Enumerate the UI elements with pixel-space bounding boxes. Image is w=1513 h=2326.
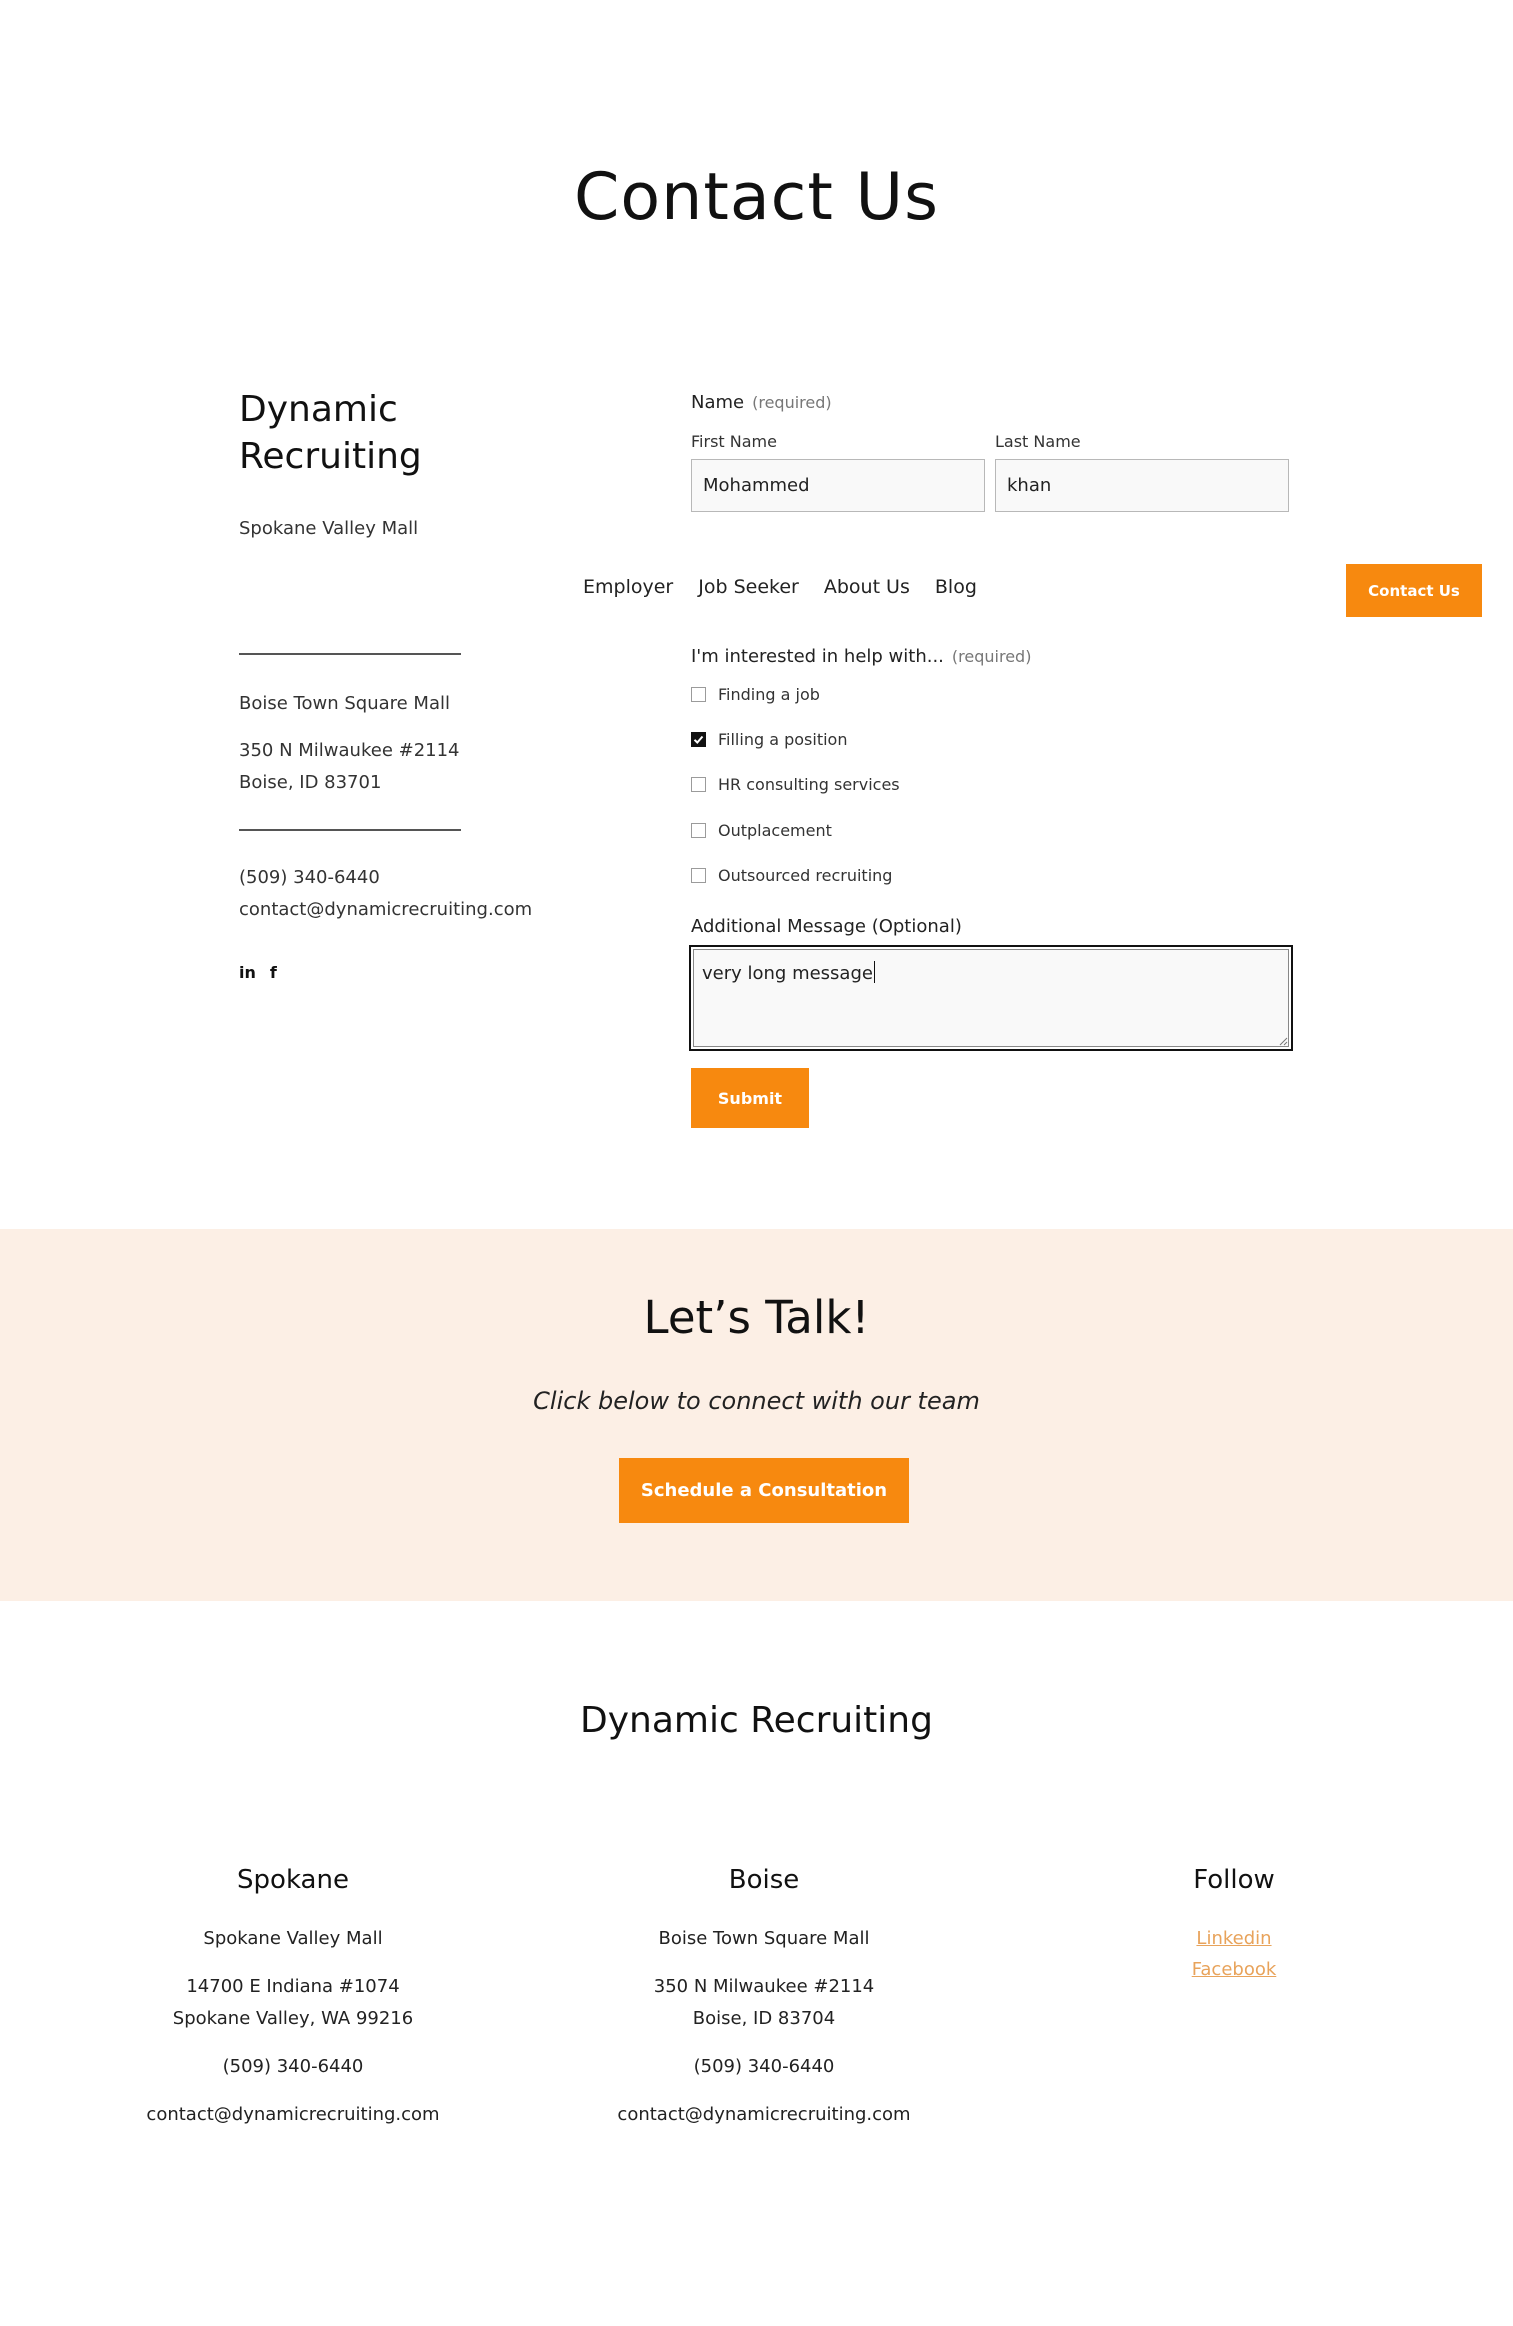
message-label: Additional Message (Optional) bbox=[691, 916, 962, 937]
option-label: Filling a position bbox=[718, 730, 848, 749]
interest-label-text: I'm interested in help with... bbox=[691, 646, 944, 667]
last-name-field[interactable]: khan bbox=[995, 459, 1289, 512]
name-label-text: Name bbox=[691, 392, 745, 413]
message-textarea[interactable]: very long message bbox=[689, 945, 1293, 1051]
option-label: HR consulting services bbox=[718, 775, 900, 794]
schedule-consultation-button[interactable]: Schedule a Consultation bbox=[619, 1458, 909, 1523]
linkedin-icon[interactable]: in bbox=[239, 963, 256, 982]
lets-talk-section: Let’s Talk! Click below to connect with … bbox=[0, 1229, 1513, 1601]
nav-item-employer[interactable]: Employer bbox=[583, 576, 673, 598]
address-line2: Boise, ID 83701 bbox=[239, 772, 382, 793]
option-hr-consulting[interactable]: HR consulting services bbox=[691, 775, 900, 794]
checkbox[interactable] bbox=[691, 687, 706, 702]
facebook-icon[interactable]: f bbox=[270, 963, 277, 982]
checkbox[interactable] bbox=[691, 777, 706, 792]
option-outplacement[interactable]: Outplacement bbox=[691, 821, 832, 840]
footer-email: contact@dynamicrecruiting.com bbox=[146, 2104, 440, 2125]
message-value: very long message bbox=[702, 963, 873, 984]
required-tag: (required) bbox=[951, 647, 1032, 666]
footer-link-facebook[interactable]: Facebook bbox=[1024, 1954, 1444, 1985]
footer-title: Dynamic Recruiting bbox=[580, 1700, 933, 1741]
footer-address-line1: 350 N Milwaukee #2114 bbox=[653, 1976, 875, 1997]
check-icon bbox=[693, 735, 704, 744]
footer-location: Spokane Valley Mall bbox=[203, 1928, 383, 1949]
location-boise: Boise Town Square Mall bbox=[239, 693, 450, 714]
address-line1: 350 N Milwaukee #2114 bbox=[239, 740, 460, 761]
footer-col-follow: Follow Linkedin Facebook bbox=[1024, 1865, 1444, 1985]
name-label: Name (required) bbox=[691, 392, 832, 413]
resize-grip-icon[interactable] bbox=[1278, 1036, 1288, 1046]
interest-label: I'm interested in help with... (required) bbox=[691, 646, 1031, 667]
talk-title: Let’s Talk! bbox=[643, 1291, 870, 1344]
footer-col-spokane: Spokane Spokane Valley Mall 14700 E Indi… bbox=[83, 1865, 503, 2131]
talk-subtitle: Click below to connect with our team bbox=[533, 1387, 980, 1415]
text-caret bbox=[873, 961, 876, 983]
divider bbox=[239, 829, 461, 831]
footer-address-line1: 14700 E Indiana #1074 bbox=[186, 1976, 400, 1997]
footer-email: contact@dynamicrecruiting.com bbox=[617, 2104, 911, 2125]
required-tag: (required) bbox=[752, 393, 832, 412]
first-name-label: First Name bbox=[691, 432, 777, 451]
nav-item-about-us[interactable]: About Us bbox=[824, 576, 910, 598]
location-spokane: Spokane Valley Mall bbox=[239, 518, 419, 539]
option-label: Outplacement bbox=[718, 821, 832, 840]
option-filling-position[interactable]: Filling a position bbox=[691, 730, 847, 749]
footer-link-linkedin[interactable]: Linkedin bbox=[1024, 1923, 1444, 1954]
social-links: in f bbox=[239, 963, 277, 982]
footer-heading-boise: Boise bbox=[728, 1865, 800, 1895]
footer-location: Boise Town Square Mall bbox=[658, 1928, 870, 1949]
footer-heading-follow: Follow bbox=[1193, 1865, 1275, 1895]
contact-us-button[interactable]: Contact Us bbox=[1346, 564, 1482, 617]
checkbox-checked[interactable] bbox=[691, 732, 706, 747]
option-label: Finding a job bbox=[718, 685, 820, 704]
checkbox[interactable] bbox=[691, 823, 706, 838]
first-name-field[interactable]: Mohammed bbox=[691, 459, 985, 512]
nav-item-blog[interactable]: Blog bbox=[935, 576, 977, 598]
footer-phone: (509) 340-6440 bbox=[693, 2056, 835, 2077]
nav-item-job-seeker[interactable]: Job Seeker bbox=[698, 576, 799, 598]
footer-address-line2: Boise, ID 83704 bbox=[692, 2008, 836, 2029]
main-nav: Employer Job Seeker About Us Blog bbox=[583, 576, 977, 598]
option-outsourced-recruiting[interactable]: Outsourced recruiting bbox=[691, 866, 892, 885]
footer-heading-spokane: Spokane bbox=[237, 1865, 349, 1895]
email: contact@dynamicrecruiting.com bbox=[239, 899, 533, 920]
footer-phone: (509) 340-6440 bbox=[222, 2056, 364, 2077]
phone: (509) 340-6440 bbox=[239, 867, 380, 888]
option-label: Outsourced recruiting bbox=[718, 866, 893, 885]
option-finding-job[interactable]: Finding a job bbox=[691, 685, 820, 704]
last-name-label: Last Name bbox=[995, 432, 1081, 451]
page-title: Contact Us bbox=[574, 160, 939, 235]
divider bbox=[239, 653, 461, 655]
checkbox[interactable] bbox=[691, 868, 706, 883]
submit-button[interactable]: Submit bbox=[691, 1068, 809, 1128]
footer-col-boise: Boise Boise Town Square Mall 350 N Milwa… bbox=[554, 1865, 974, 2131]
footer-address-line2: Spokane Valley, WA 99216 bbox=[172, 2008, 414, 2029]
brand-name: Dynamic Recruiting bbox=[239, 389, 422, 477]
